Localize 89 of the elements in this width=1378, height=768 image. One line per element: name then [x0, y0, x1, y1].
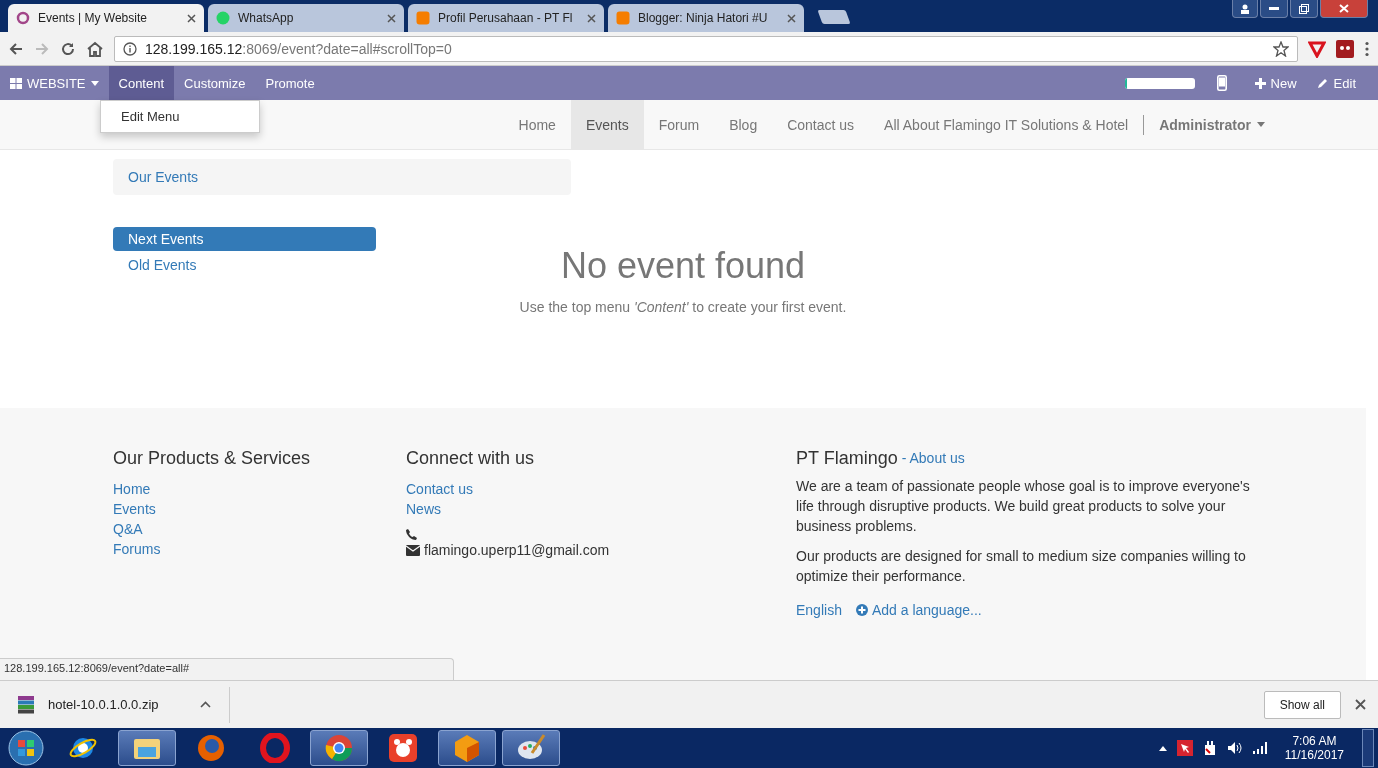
close-icon: [1339, 4, 1349, 13]
star-icon[interactable]: [1273, 40, 1289, 57]
menu-item[interactable]: Edit Menu: [101, 106, 259, 127]
footer-heading: PT Flamingo: [796, 448, 898, 468]
envelope-icon: [406, 544, 420, 556]
about-text: Our products are designed for small to medium size companies willing to optimize their performance.: [796, 547, 1247, 586]
firefox-icon: [196, 733, 226, 763]
address-field[interactable]: 128.199.165.12:8069/event?date=all#scrollTop=0: [114, 35, 1298, 62]
footer-link[interactable]: Contact us: [406, 479, 796, 499]
close-window-button[interactable]: [1320, 0, 1368, 18]
person-icon: [1240, 3, 1250, 14]
plus-circle-icon: [855, 604, 868, 616]
filter-link[interactable]: Old Events: [113, 253, 376, 277]
editor-menu-item[interactable]: WEBSITE: [0, 66, 109, 100]
extension-icon[interactable]: [1336, 39, 1354, 58]
back-icon[interactable]: [8, 40, 24, 57]
caret-up-icon[interactable]: [200, 701, 211, 708]
clock[interactable]: 7:06 AM 11/16/2017: [1284, 734, 1344, 762]
caret-icon: [90, 80, 99, 86]
nav-link[interactable]: Events: [570, 100, 644, 149]
cursor-icon[interactable]: [1176, 740, 1193, 756]
phone-icon: [406, 529, 417, 540]
show-all-button[interactable]: Show all: [1263, 690, 1341, 719]
site-icon: [16, 11, 30, 25]
footer-link[interactable]: Events: [113, 499, 406, 519]
minimize-button[interactable]: [1260, 0, 1288, 18]
nav-link[interactable]: Blog: [714, 100, 773, 149]
speaker-icon[interactable]: [1226, 741, 1243, 755]
close-icon[interactable]: [1355, 699, 1366, 710]
nav-link[interactable]: Contact us: [772, 100, 870, 149]
empty-message: Use the top menu 'Content' to create your first event.: [519, 299, 847, 315]
cube-icon: [452, 733, 482, 763]
chrome-icon: [324, 733, 354, 763]
about-text: We are a team of passionate people whose goal is to improve everyone's life through disruptive products. We build great products to solve your business problems.: [796, 477, 1251, 536]
user-menu[interactable]: Administrator: [1144, 100, 1265, 149]
footer-link[interactable]: Q&A: [113, 519, 406, 539]
filter-link[interactable]: Next Events: [113, 227, 376, 251]
close-icon[interactable]: [187, 13, 196, 23]
browser-tab[interactable]: Blogger: Ninja Hatori #U: [608, 4, 804, 32]
nav-link[interactable]: Home: [503, 100, 571, 149]
footer-link[interactable]: News: [406, 499, 796, 519]
browser-tab[interactable]: WhatsApp: [208, 4, 404, 32]
status-url: 128.199.165.12:8069/event?date=all#: [0, 658, 454, 680]
language-link[interactable]: English: [796, 602, 842, 618]
add-language-link[interactable]: Add a language...: [855, 602, 982, 618]
site-icon: [216, 11, 230, 25]
show-desktop-button[interactable]: [1362, 729, 1374, 767]
email-text: flamingo.uperp11@gmail.com: [424, 541, 610, 560]
close-icon[interactable]: [787, 13, 796, 23]
plus-icon: [1254, 77, 1266, 89]
archive-icon: [18, 695, 34, 714]
edit-button[interactable]: Edit: [1306, 66, 1366, 100]
editor-menu-item[interactable]: Promote: [255, 66, 325, 100]
restore-icon: [1299, 3, 1309, 14]
home-icon[interactable]: [86, 40, 104, 57]
nav-link[interactable]: Forum: [643, 100, 715, 149]
caret-icon: [1257, 122, 1265, 127]
opera-icon: [260, 733, 290, 763]
site-icon: [416, 11, 430, 25]
about-link[interactable]: - About us: [901, 448, 965, 468]
minimize-icon: [1269, 6, 1279, 11]
pencil-icon: [1316, 77, 1329, 89]
mobile-icon[interactable]: [1216, 75, 1227, 91]
info-icon: [123, 41, 137, 56]
footer-link[interactable]: Home: [113, 479, 406, 499]
editor-menu-item[interactable]: Content: [108, 66, 175, 100]
menu-icon[interactable]: [1364, 40, 1370, 57]
grid-icon: [10, 77, 22, 89]
close-icon[interactable]: [387, 13, 396, 23]
site-icon: [616, 11, 630, 25]
user-button[interactable]: [1232, 0, 1258, 18]
empty-title: No event found: [560, 245, 806, 287]
new-tab-button[interactable]: [817, 10, 851, 24]
breadcrumb[interactable]: Our Events: [113, 159, 571, 195]
new-button[interactable]: New: [1244, 66, 1307, 100]
footer-heading: Our Products & Services: [113, 448, 312, 469]
taskbar-app[interactable]: [502, 730, 560, 766]
caret-up-icon[interactable]: [1158, 745, 1167, 751]
signal-icon[interactable]: [1252, 742, 1269, 754]
download-item[interactable]: hotel-10.0.1.0.0.zip: [18, 686, 230, 723]
footer-link[interactable]: Forums: [113, 539, 406, 559]
browser-tab[interactable]: Events | My Website: [8, 4, 204, 32]
browser-tab[interactable]: Profil Perusahaan - PT Fl: [408, 4, 604, 32]
footer-heading: Connect with us: [406, 448, 536, 469]
reload-icon[interactable]: [60, 40, 76, 57]
close-icon[interactable]: [587, 13, 596, 23]
editor-menu-item[interactable]: Customize: [174, 66, 256, 100]
nav-link[interactable]: All About Flamingo IT Solutions & Hotel: [869, 100, 1144, 149]
restore-button[interactable]: [1290, 0, 1318, 18]
